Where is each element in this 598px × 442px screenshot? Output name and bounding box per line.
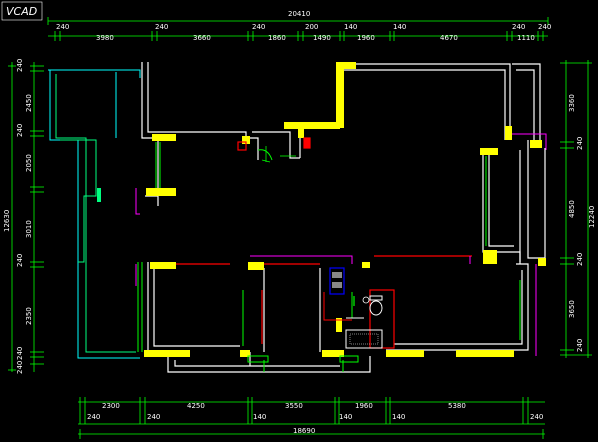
bathroom-fixtures	[323, 267, 383, 349]
top-dim-13: 240	[512, 23, 525, 31]
bottom-dim-3: 240	[147, 413, 160, 421]
bottom-dim-5: 140	[253, 413, 266, 421]
right-dim-2: 240	[576, 137, 584, 150]
right-dim-1: 3360	[568, 94, 576, 112]
left-dim-4: 2050	[25, 154, 33, 172]
bottom-total-label: 18690	[293, 427, 315, 435]
top-dim-11: 140	[393, 23, 406, 31]
interior-openings-green	[137, 142, 521, 372]
bottom-dim-2: 2300	[102, 402, 120, 410]
vcad-logo: VCAD	[1, 1, 43, 21]
misc-accents	[261, 146, 296, 163]
top-dim-8: 1490	[313, 34, 331, 42]
top-dim-9: 140	[344, 23, 357, 31]
top-dim-12: 4670	[440, 34, 458, 42]
left-total-label: 12630	[3, 210, 11, 232]
top-dim-10: 1960	[357, 34, 375, 42]
right-dim-6: 240	[576, 339, 584, 352]
left-dim-2: 2450	[25, 94, 33, 112]
top-dim-4: 3660	[193, 34, 211, 42]
bottom-dimension-chain: 2300 4250 3550 1960 5380 240 240 140 140…	[78, 397, 545, 439]
top-dim-1: 240	[56, 23, 69, 31]
top-dim-15: 240	[538, 23, 551, 31]
right-dim-3: 4850	[568, 200, 576, 218]
bottom-dim-6: 3550	[285, 402, 303, 410]
left-dimension-chain: 240 2450 240 2050 3010 240 2350 240 240 …	[3, 59, 44, 374]
right-dim-5: 3650	[568, 300, 576, 318]
right-dimension-chain: 3360 240 4850 240 3650 240 12240	[560, 60, 596, 358]
left-dim-7: 240	[16, 254, 24, 267]
left-dim-9: 240	[16, 347, 24, 360]
right-dim-4: 240	[576, 253, 584, 266]
top-dim-14: 1110	[517, 34, 535, 42]
floor-plan-canvas: VCAD 20410 240 3980 240 3660 240 1860 20…	[0, 0, 598, 442]
right-total-label: 12240	[588, 206, 596, 228]
top-dim-3: 240	[155, 23, 168, 31]
top-dim-7: 200	[305, 23, 318, 31]
top-dim-5: 240	[252, 23, 265, 31]
left-dim-6: 3010	[25, 220, 33, 238]
left-balcony-window	[48, 69, 141, 359]
bottom-dim-9: 140	[392, 413, 405, 421]
top-dim-2: 3980	[96, 34, 114, 42]
bottom-dim-8: 1960	[355, 402, 373, 410]
top-dim-6: 1860	[268, 34, 286, 42]
bottom-dim-7: 140	[339, 413, 352, 421]
left-dim-8: 2350	[25, 307, 33, 325]
bottom-dim-10: 5380	[448, 402, 466, 410]
bottom-dim-1: 240	[87, 413, 100, 421]
top-total-label: 20410	[288, 10, 310, 18]
logo-text: VCAD	[6, 5, 37, 18]
bottom-dim-4: 4250	[187, 402, 205, 410]
top-dimension-total: 20410	[47, 10, 549, 25]
left-dim-3: 240	[16, 124, 24, 137]
left-dim-10: 240	[16, 361, 24, 374]
top-dimension-chain: 240 3980 240 3660 240 1860 200 1490 140 …	[48, 23, 551, 42]
left-dim-1: 240	[16, 59, 24, 72]
bottom-dim-11: 240	[530, 413, 543, 421]
